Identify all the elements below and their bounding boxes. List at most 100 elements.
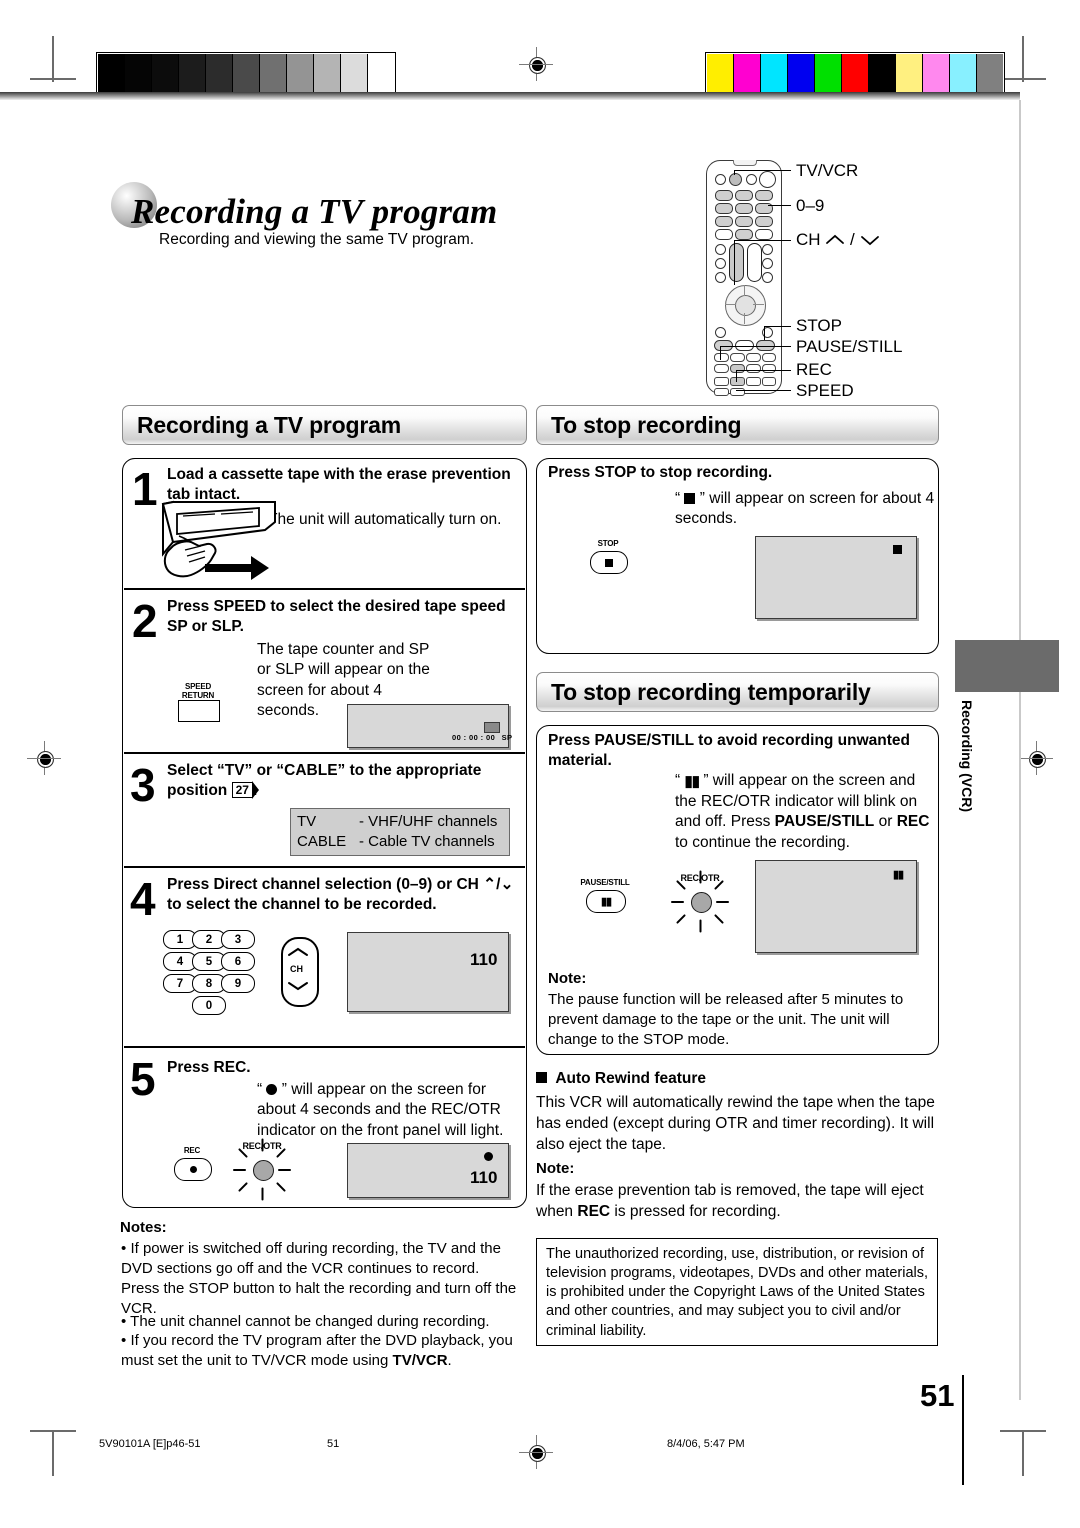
top-gradient-band	[0, 92, 1020, 100]
step-divider-4	[124, 1046, 525, 1048]
auto-rewind-note-title: Note:	[536, 1160, 575, 1177]
numpad-key-3: 3	[221, 930, 255, 949]
record-dot-icon	[266, 1084, 278, 1095]
remote-key-0	[735, 229, 753, 240]
rec-button-dot-icon	[189, 1166, 197, 1173]
remote-key-7	[715, 216, 733, 227]
grayscale-swatch-5	[233, 54, 260, 92]
pause-rec-otr-lamp-icon	[691, 892, 712, 913]
remote-callout-ch-text: CH	[796, 230, 821, 249]
leader-tvvcr	[734, 170, 791, 172]
left-note-3-bold: TV/VCR	[392, 1352, 448, 1370]
leader-ch	[734, 240, 791, 242]
remote-button-sideL2	[715, 258, 726, 269]
remote-button-row1-b	[730, 353, 745, 362]
remote-key-3	[755, 190, 773, 201]
grayscale-calibration-bar	[96, 52, 396, 94]
color-swatch-7	[896, 54, 923, 92]
step-3-mode-tv: TV	[297, 813, 317, 830]
footer-left: 5V90101A [E]p46-51	[99, 1438, 201, 1450]
grayscale-swatch-7	[287, 54, 314, 92]
step-2-number: 2	[132, 595, 158, 647]
grayscale-swatch-2	[152, 54, 179, 92]
leader-pause	[720, 346, 791, 348]
color-swatch-2	[761, 54, 788, 92]
color-swatch-6	[869, 54, 896, 92]
pause-body-bold-1: PAUSE/STILL	[774, 813, 875, 831]
numpad-key-0: 0	[192, 996, 226, 1015]
color-swatch-10	[977, 54, 1003, 92]
remote-button-sideR3	[762, 272, 773, 283]
step-4-number: 4	[130, 873, 156, 925]
page-title: Recording a TV program	[131, 192, 498, 231]
page-edge-line-right	[1019, 100, 1021, 1400]
rec-otr-ray-3	[261, 1138, 264, 1152]
section-header-stop-recording: To stop recording	[536, 405, 939, 445]
section-header-recording-label: Recording a TV program	[137, 411, 401, 438]
speed-return-button	[178, 700, 220, 722]
left-note-1: • If power is switched off during record…	[121, 1239, 521, 1319]
step-3-dash-tv: -	[359, 813, 364, 830]
leader-stop-v	[764, 326, 766, 340]
remote-control-illustration	[706, 160, 782, 396]
stop-body-text: ” will appear on screen for about 4 seco…	[675, 490, 935, 528]
step-4-screen	[347, 932, 509, 1012]
step-3-title: Select “TV” or “CABLE” to the appropriat…	[167, 761, 515, 801]
page-subtitle: Recording and viewing the same TV progra…	[159, 231, 475, 248]
registration-mark-top	[519, 47, 553, 81]
remote-callout-ch-sep: /	[850, 230, 855, 249]
remote-nav-center	[735, 295, 756, 316]
leader-pause-v	[720, 346, 722, 360]
left-notes-title: Notes:	[120, 1219, 167, 1236]
speed-return-label-line2: RETURN	[181, 691, 215, 700]
auto-rewind-heading: Auto Rewind feature	[536, 1070, 706, 1088]
pause-body-quote-open: “	[675, 772, 681, 789]
color-swatch-9	[950, 54, 977, 92]
remote-button-row2-c	[746, 364, 761, 373]
leader-speed	[736, 390, 791, 392]
step-3-number: 3	[130, 759, 156, 811]
grayscale-swatch-4	[206, 54, 233, 92]
remote-vol-rocker	[747, 243, 762, 282]
step-5-body-text: ” will appear on the screen for about 4 …	[257, 1081, 504, 1139]
remote-key-9	[755, 216, 773, 227]
page-reference-number: 27	[235, 782, 249, 797]
pause-ray-2	[716, 901, 729, 903]
step-2-screen-tape-icon	[484, 722, 500, 733]
step-2-title: Press SPEED to select the desired tape s…	[167, 598, 506, 635]
color-swatch-8	[923, 54, 950, 92]
step-5-body: “ ” will appear on the screen for about …	[257, 1080, 507, 1141]
grayscale-swatch-0	[98, 54, 125, 92]
step-divider-3	[124, 866, 525, 868]
remote-nav-div-h	[725, 304, 736, 306]
remote-callout-pause: PAUSE/STILL	[796, 337, 903, 356]
pause-still-button-glyph: ▮▮	[586, 890, 626, 913]
crop-mark-tl-v	[52, 36, 54, 82]
step-1-number: 1	[132, 463, 158, 515]
color-swatch-4	[815, 54, 842, 92]
remote-ir-window	[733, 160, 757, 166]
remote-button-sideR1	[762, 244, 773, 255]
step-2-screen-counter: 00 : 00 : 00 SP	[452, 733, 512, 742]
side-tab-label: Recording (VCR)	[959, 700, 975, 812]
remote-key-8	[735, 216, 753, 227]
pause-body-end: to continue the recording.	[675, 833, 850, 851]
remote-key-2	[735, 190, 753, 201]
pause-ray-3	[699, 870, 702, 884]
left-note-3-bullet: •	[121, 1332, 127, 1349]
step-3-title-text: Select “TV” or “CABLE” to the appropriat…	[167, 762, 482, 799]
stop-screen-square-icon	[893, 545, 902, 554]
remote-nav-div-h2	[753, 304, 764, 306]
remote-callout-ch: CH /	[796, 230, 880, 250]
color-swatch-3	[788, 54, 815, 92]
pause-body-bold-2: REC	[896, 813, 930, 831]
left-note-3-suffix: .	[447, 1352, 452, 1370]
remote-button-aux2	[759, 171, 776, 188]
section-header-stop-label: To stop recording	[551, 411, 742, 438]
step-4-screen-channel: 110	[470, 950, 498, 969]
pause-screen-bars-icon: ▮▮	[893, 869, 904, 881]
copyright-notice-text: The unauthorized recording, use, distrib…	[546, 1246, 929, 1339]
color-swatch-5	[842, 54, 869, 92]
rec-otr-indicator-lamp-icon	[253, 1160, 274, 1181]
remote-button-sideL4	[715, 327, 726, 338]
